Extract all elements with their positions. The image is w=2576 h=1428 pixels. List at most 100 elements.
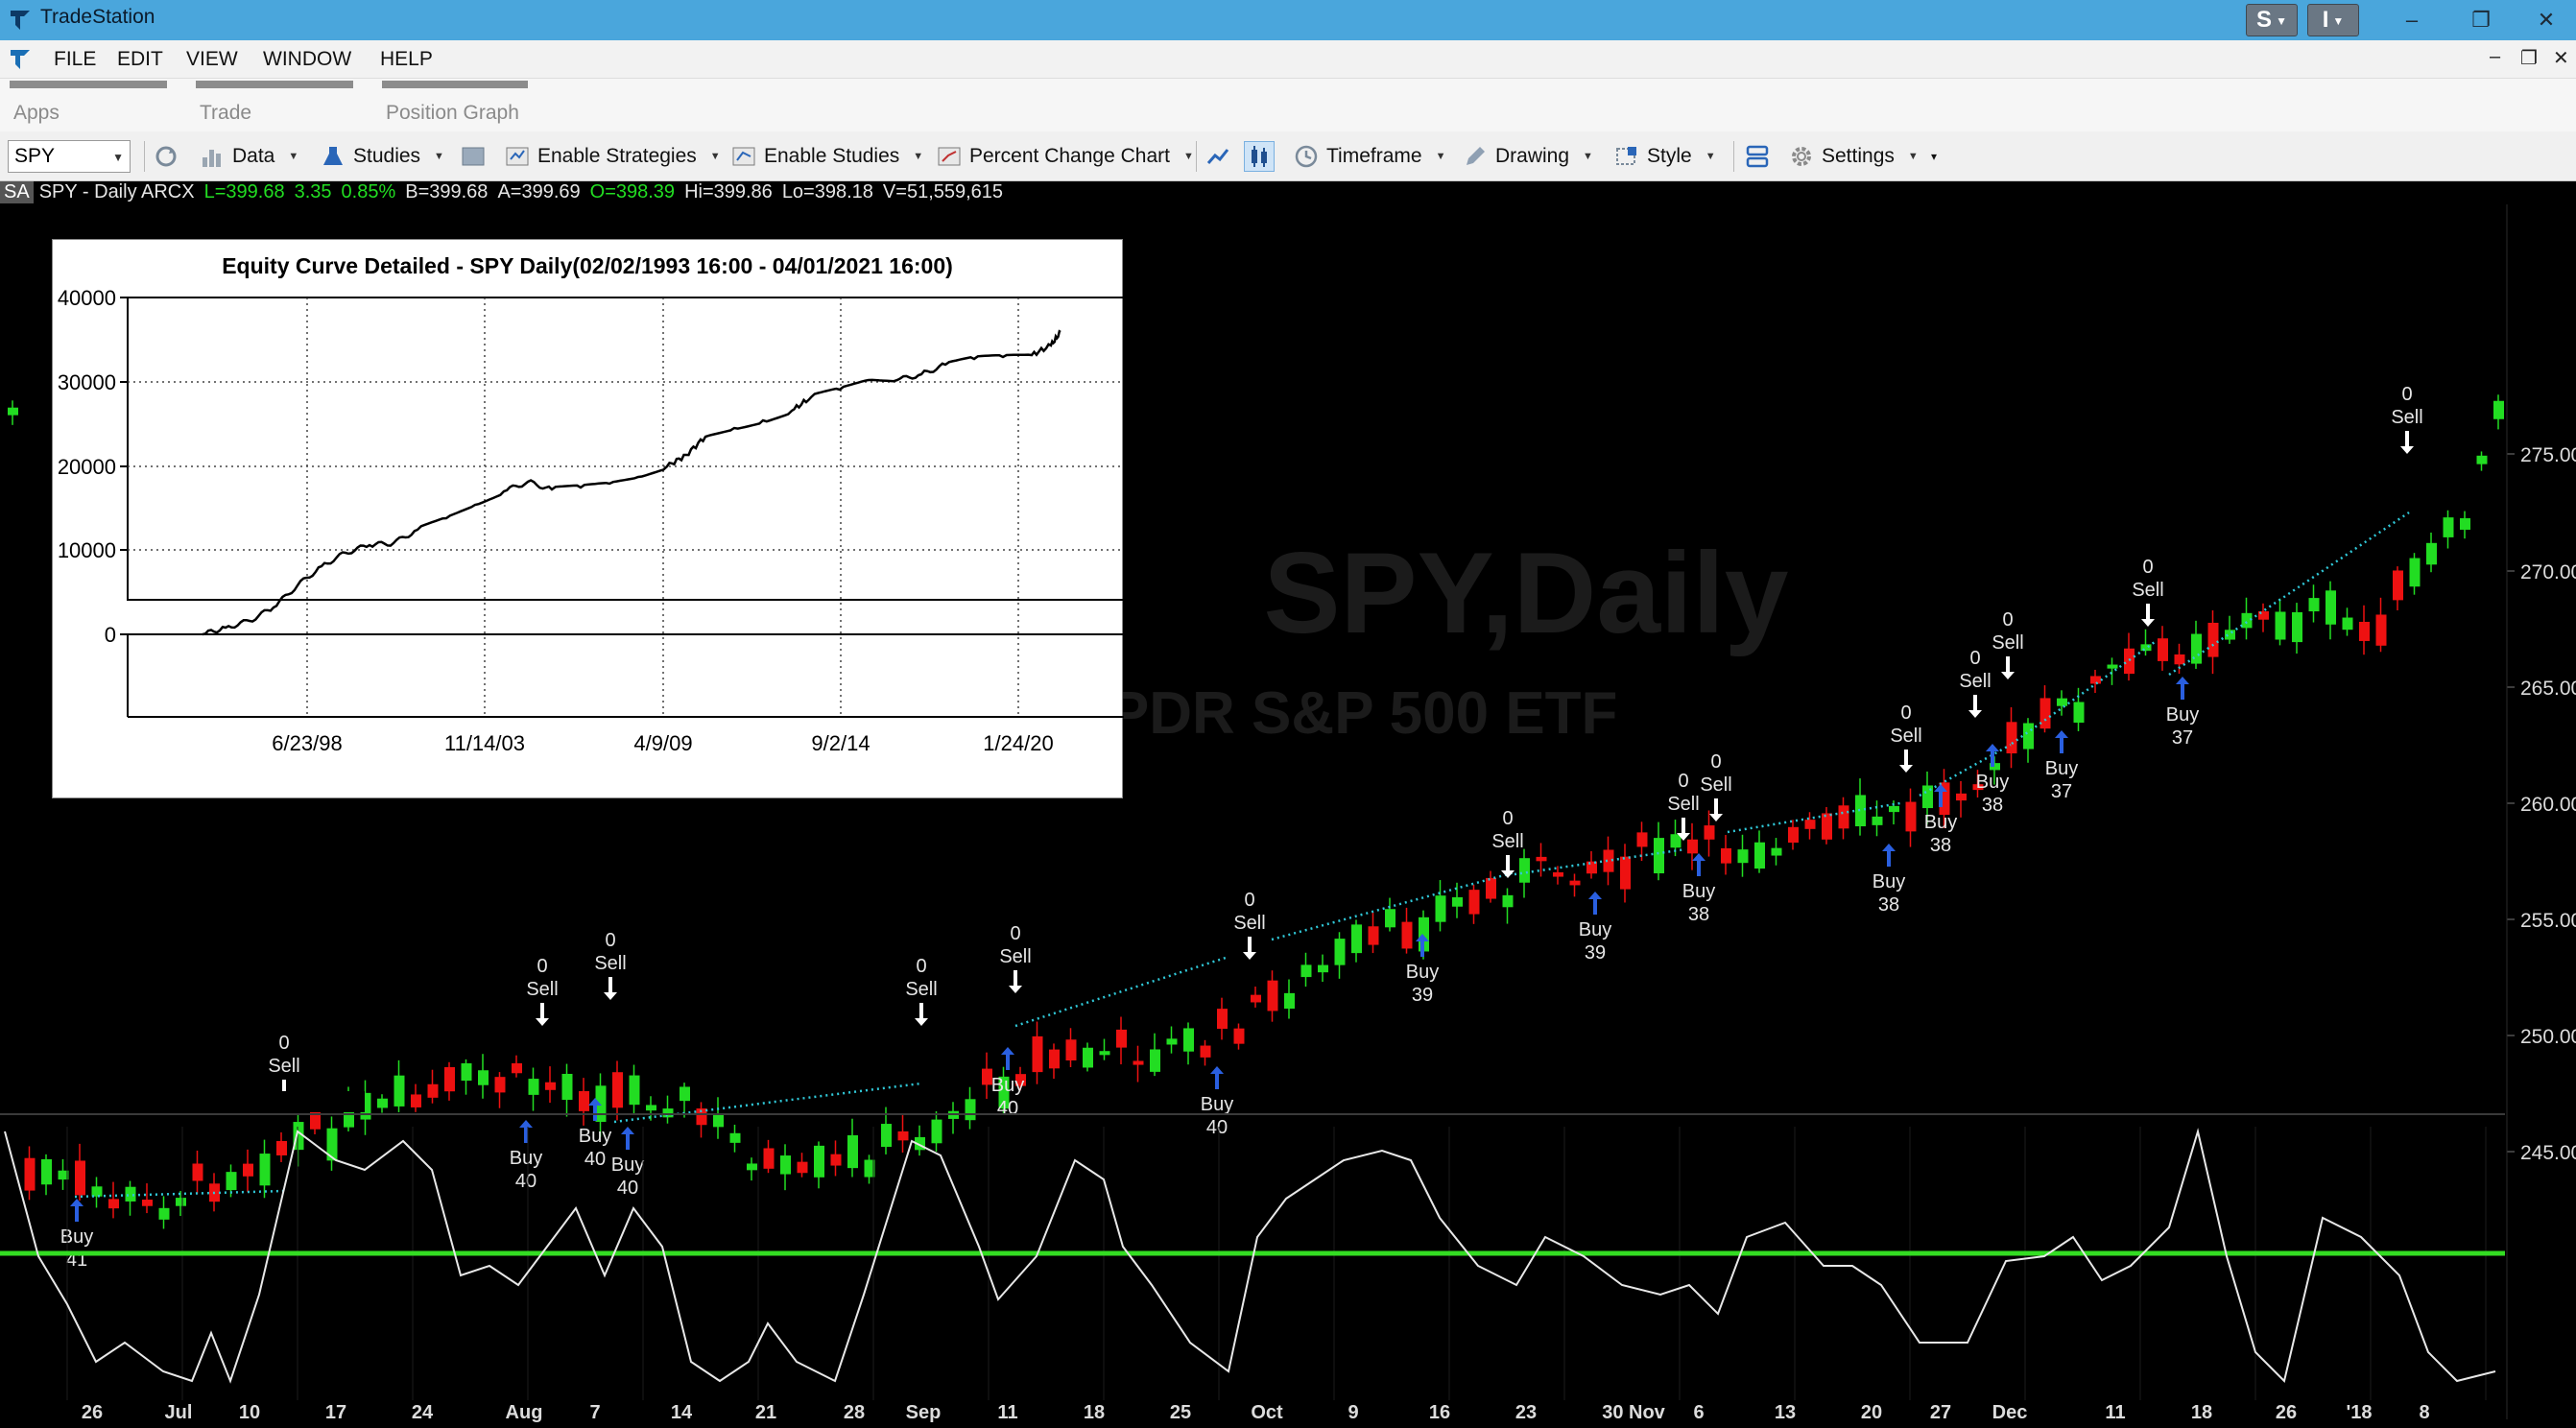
price-label: 265.00 xyxy=(2520,678,2576,700)
bar-chart-icon xyxy=(203,150,221,167)
buy-label: Buy xyxy=(1406,962,1439,983)
menu-view[interactable]: VIEW xyxy=(186,48,238,71)
symbol-input[interactable]: SPY ▼ xyxy=(8,140,131,173)
candle-up xyxy=(1654,838,1664,874)
candle-up xyxy=(2023,723,2034,750)
sell-qty: 0 xyxy=(1502,808,1513,829)
buy-label: Buy xyxy=(991,1075,1024,1096)
date-label: 28 xyxy=(844,1402,865,1423)
window-title: TradeStation xyxy=(40,6,155,28)
tab-trade[interactable]: Trade xyxy=(196,79,353,131)
watermark: SPY,Daily SPDR S&P 500 ETF xyxy=(1070,529,1789,747)
close-icon[interactable]: ✕ xyxy=(2522,4,2570,36)
candle-up xyxy=(2107,664,2118,669)
tab-position-graph[interactable]: Position Graph xyxy=(382,79,528,131)
equity-curve-chart: 40000 30000 20000 10000 0 6/23/98 11/14/03 4/9/… xyxy=(58,286,1124,755)
sell-label: Sell xyxy=(268,1056,299,1077)
tab-apps[interactable]: Apps xyxy=(10,79,167,131)
sell-arrow-icon xyxy=(1968,695,1982,718)
chevron-down-icon: ▼ xyxy=(112,151,124,164)
mdi-close-icon[interactable]: ✕ xyxy=(2553,46,2569,70)
candle-up xyxy=(2409,558,2421,587)
date-axis: 26 Jul 10 17 24 Aug 7 14 21 28 Sep 11 18 25 Oct 9 16 23 30… xyxy=(82,1402,2430,1423)
buy-qty: 37 xyxy=(2172,727,2193,749)
enable-strategies-button[interactable]: Enable Strategies ▼ xyxy=(505,141,721,172)
date-label: 30 Nov xyxy=(1602,1402,1665,1423)
date-label: '18 xyxy=(2346,1402,2372,1423)
i-button[interactable]: I ▼ xyxy=(2307,4,2359,36)
candle-down xyxy=(1804,820,1816,829)
candle-down xyxy=(1065,1039,1077,1060)
candle-up xyxy=(2191,633,2202,664)
app-menu-icon[interactable] xyxy=(8,47,33,72)
sell-label: Sell xyxy=(905,979,937,1000)
timeframe-button[interactable]: Timeframe ▼ xyxy=(1294,141,1445,172)
flask-icon xyxy=(323,147,343,165)
candle-down xyxy=(1116,1029,1127,1048)
quote-bid: B=399.68 xyxy=(405,181,489,202)
drawing-button[interactable]: Drawing ▼ xyxy=(1463,141,1593,172)
buy-arrow-icon xyxy=(2055,730,2068,753)
candle-down xyxy=(1822,813,1832,840)
panel-button[interactable] xyxy=(461,141,493,172)
sell-qty: 0 xyxy=(1900,702,1911,724)
candle-down xyxy=(1687,839,1698,854)
data-button[interactable]: Data ▼ xyxy=(200,141,298,172)
menu-file[interactable]: FILE xyxy=(54,48,96,71)
candle-down xyxy=(1636,832,1648,847)
s-button[interactable]: S ▼ xyxy=(2246,4,2298,36)
candle-down xyxy=(2158,638,2168,661)
restore-icon[interactable]: ❐ xyxy=(2457,4,2505,36)
minimize-icon[interactable]: – xyxy=(2388,4,2436,36)
candle-down xyxy=(2039,698,2051,729)
sell-qty: 0 xyxy=(278,1033,289,1054)
toolbar-overflow-button[interactable]: ▾ xyxy=(1931,141,1937,172)
equity-curve-panel[interactable]: Equity Curve Detailed - SPY Daily(02/02/… xyxy=(52,239,1124,798)
sell-qty: 0 xyxy=(1244,890,1254,911)
strategy-icon xyxy=(506,147,529,166)
buy-label: Buy xyxy=(1579,919,1611,940)
sell-label: Sell xyxy=(2391,407,2422,428)
buy-qty: 39 xyxy=(1412,985,1433,1006)
date-label: 26 xyxy=(82,1402,103,1423)
candle-down xyxy=(2006,722,2017,754)
candle-down xyxy=(142,1200,153,1206)
date-label: 21 xyxy=(755,1402,776,1423)
mdi-restore-icon[interactable]: ❐ xyxy=(2520,46,2538,70)
layout-button[interactable] xyxy=(1745,141,1777,172)
watermark-description: SPDR S&P 500 ETF xyxy=(1070,680,1618,747)
layout-icon xyxy=(1746,145,1769,168)
enable-studies-button[interactable]: Enable Studies ▼ xyxy=(731,141,923,172)
candle-down xyxy=(1133,1060,1144,1065)
sell-qty: 0 xyxy=(2401,384,2412,405)
equity-x-label: 6/23/98 xyxy=(272,731,342,755)
line-chart-button[interactable] xyxy=(1205,141,1238,172)
percent-change-chart-button[interactable]: Percent Change Chart ▼ xyxy=(937,141,1194,172)
candle-down xyxy=(276,1140,287,1155)
date-label: Dec xyxy=(1992,1402,2028,1423)
candle-down xyxy=(797,1161,808,1174)
candle-up xyxy=(2241,612,2253,629)
quote-volume: V=51,559,615 xyxy=(882,181,1004,202)
candle-up xyxy=(1083,1047,1093,1068)
settings-button[interactable]: Settings ▼ xyxy=(1789,141,1919,172)
equity-x-label: 4/9/09 xyxy=(633,731,692,755)
candle-up xyxy=(1922,785,1933,809)
menu-edit[interactable]: EDIT xyxy=(117,48,163,71)
date-label: 20 xyxy=(1861,1402,1882,1423)
candle-up xyxy=(158,1207,170,1220)
menu-window[interactable]: WINDOW xyxy=(263,48,351,71)
date-label: 26 xyxy=(2276,1402,2297,1423)
studies-button[interactable]: Studies ▼ xyxy=(321,141,444,172)
candlestick-chart-button[interactable] xyxy=(1244,141,1275,172)
price-label: 255.00 xyxy=(2520,910,2576,932)
chart-area[interactable]: SPY,Daily SPDR S&P 500 ETF 275.00 270.00 2… xyxy=(0,181,2576,1428)
buy-label: Buy xyxy=(1976,772,2009,793)
style-button[interactable]: Style ▼ xyxy=(1614,141,1716,172)
menu-help[interactable]: HELP xyxy=(380,48,433,71)
candle-down xyxy=(1788,826,1799,844)
refresh-button[interactable] xyxy=(154,141,186,172)
candle-up xyxy=(226,1172,237,1191)
mdi-minimize-icon[interactable]: – xyxy=(2490,46,2500,68)
buy-qty: 40 xyxy=(617,1178,638,1199)
